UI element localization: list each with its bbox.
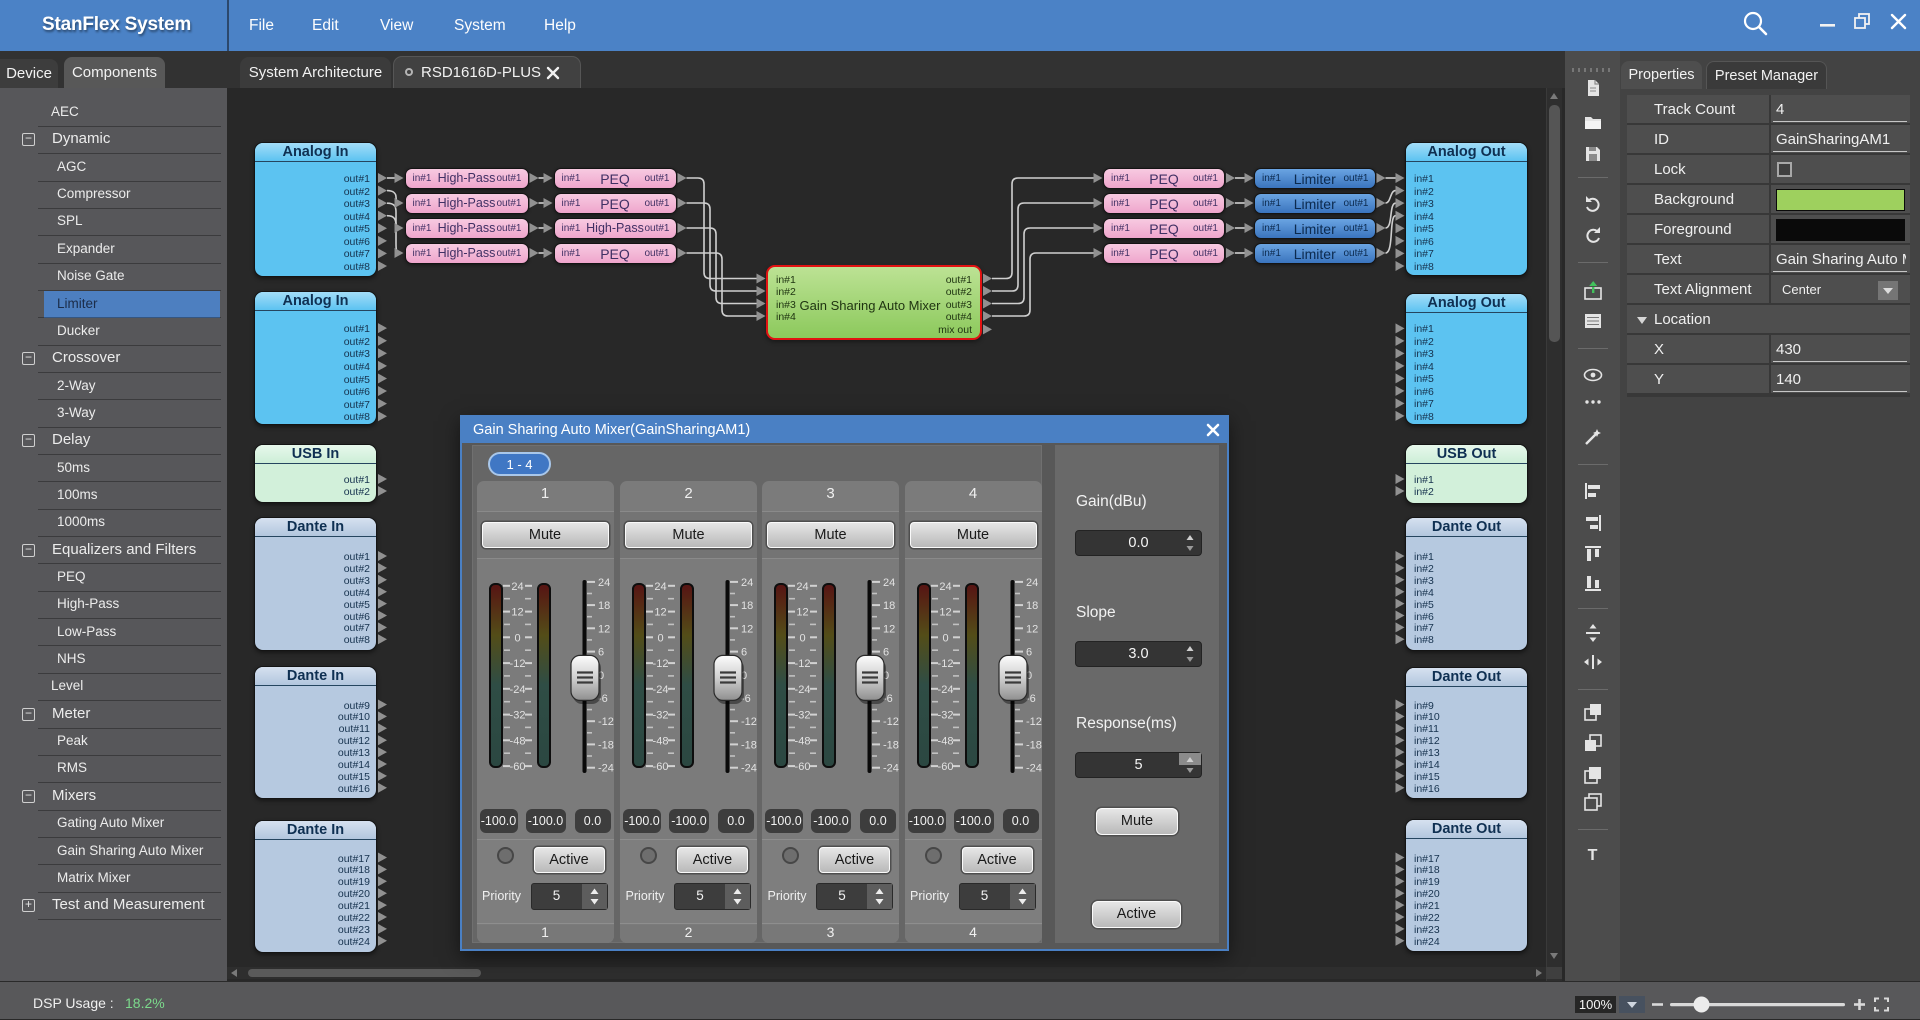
svg-text:-12: -12 xyxy=(741,716,757,728)
svg-text:-18: -18 xyxy=(598,739,614,751)
svg-text:-48: -48 xyxy=(653,735,669,747)
svg-text:24: 24 xyxy=(883,577,895,589)
svg-text:-24: -24 xyxy=(598,763,614,775)
svg-text:12: 12 xyxy=(598,623,610,635)
svg-text:0: 0 xyxy=(657,632,663,644)
svg-text:12: 12 xyxy=(939,607,951,619)
svg-text:-18: -18 xyxy=(1026,739,1042,751)
svg-text:12: 12 xyxy=(654,607,666,619)
svg-text:-60: -60 xyxy=(937,761,953,773)
svg-text:-32: -32 xyxy=(937,710,953,722)
svg-text:0: 0 xyxy=(942,632,948,644)
svg-text:-60: -60 xyxy=(509,761,525,773)
svg-text:-48: -48 xyxy=(937,735,953,747)
svg-text:-18: -18 xyxy=(883,739,899,751)
svg-text:-24: -24 xyxy=(795,684,811,696)
svg-text:24: 24 xyxy=(654,581,666,593)
svg-text:6: 6 xyxy=(741,647,747,659)
svg-text:-12: -12 xyxy=(598,716,614,728)
svg-text:24: 24 xyxy=(796,581,808,593)
svg-text:0: 0 xyxy=(514,632,520,644)
svg-text:-18: -18 xyxy=(741,739,757,751)
svg-text:-60: -60 xyxy=(653,761,669,773)
svg-text:-12: -12 xyxy=(883,716,899,728)
svg-text:-24: -24 xyxy=(653,684,669,696)
svg-text:-48: -48 xyxy=(509,735,525,747)
svg-text:6: 6 xyxy=(1026,647,1032,659)
svg-text:6: 6 xyxy=(883,647,889,659)
svg-text:-48: -48 xyxy=(795,735,811,747)
svg-text:12: 12 xyxy=(511,607,523,619)
svg-text:24: 24 xyxy=(1026,577,1038,589)
svg-text:18: 18 xyxy=(741,600,753,612)
svg-text:12: 12 xyxy=(741,623,753,635)
svg-text:18: 18 xyxy=(598,600,610,612)
svg-text:6: 6 xyxy=(598,647,604,659)
svg-text:24: 24 xyxy=(939,581,951,593)
svg-text:-24: -24 xyxy=(1026,763,1042,775)
svg-text:-32: -32 xyxy=(509,710,525,722)
svg-text:-24: -24 xyxy=(937,684,953,696)
svg-text:-12: -12 xyxy=(795,658,811,670)
svg-text:-12: -12 xyxy=(937,658,953,670)
svg-text:0: 0 xyxy=(799,632,805,644)
svg-text:24: 24 xyxy=(598,577,610,589)
svg-text:12: 12 xyxy=(1026,623,1038,635)
svg-text:-32: -32 xyxy=(795,710,811,722)
svg-text:-24: -24 xyxy=(741,763,757,775)
svg-text:-24: -24 xyxy=(883,763,899,775)
svg-text:-12: -12 xyxy=(1026,716,1042,728)
svg-text:-24: -24 xyxy=(509,684,525,696)
svg-text:24: 24 xyxy=(741,577,753,589)
svg-text:12: 12 xyxy=(883,623,895,635)
svg-text:12: 12 xyxy=(796,607,808,619)
svg-text:-12: -12 xyxy=(509,658,525,670)
svg-text:-12: -12 xyxy=(653,658,669,670)
svg-text:-60: -60 xyxy=(795,761,811,773)
svg-text:-32: -32 xyxy=(653,710,669,722)
svg-text:24: 24 xyxy=(511,581,523,593)
svg-text:18: 18 xyxy=(1026,600,1038,612)
svg-text:18: 18 xyxy=(883,600,895,612)
